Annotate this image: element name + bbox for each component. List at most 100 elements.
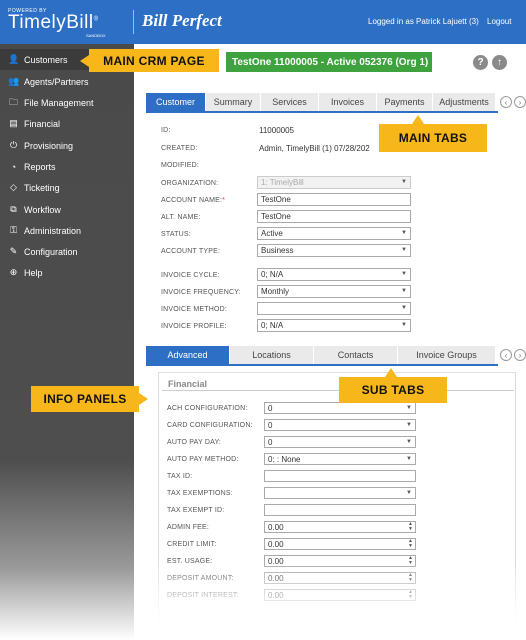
invoice-profile-select[interactable]: 0; N/A ▼ — [257, 319, 411, 332]
billperfect-logo: Bill Perfect — [142, 11, 222, 30]
person-icon: 👤 — [8, 54, 20, 64]
invoice-method-label: INVOICE METHOD: — [161, 306, 228, 313]
subtabs-next-icon[interactable]: › — [514, 349, 526, 361]
stepper-icon: ▲ ▼ — [408, 589, 413, 600]
logged-in-user: Logged in as Patrick Lajuett (3) — [368, 17, 479, 26]
chevron-down-icon: ▼ — [406, 422, 412, 428]
tab-customer[interactable]: Customer — [146, 93, 206, 111]
sidebar-item-reports[interactable]: ◔ Reports — [0, 156, 134, 177]
tag-icon: ◇ — [10, 182, 17, 192]
sidebar-item-provisioning[interactable]: ⏻ Provisioning — [0, 135, 134, 156]
sub-tab-underline — [146, 364, 498, 366]
logo-subtitle: SANDBOX — [86, 33, 106, 38]
tabs-prev-icon[interactable]: ‹ — [500, 96, 512, 108]
admin-fee-stepper[interactable]: 0.00 ▲ ▼ — [264, 521, 416, 533]
invoice-cycle-select[interactable]: 0; N/A ▼ — [257, 268, 411, 281]
account-type-select[interactable]: Business ▼ — [257, 244, 411, 257]
account-name-field[interactable]: TestOne — [257, 193, 411, 206]
tax-exempt-id-field[interactable] — [264, 504, 416, 516]
sidebar-item-file-management[interactable]: 🗀 File Management — [0, 92, 134, 113]
logout-link[interactable]: Logout — [487, 17, 511, 26]
tax-exemptions-select[interactable]: ▼ — [264, 487, 416, 499]
scroll-up-icon[interactable]: ↑ — [492, 55, 507, 70]
sidebar-item-workflow[interactable]: ⧉ Workflow — [0, 199, 134, 220]
subtabs-prev-icon[interactable]: ‹ — [500, 349, 512, 361]
timelybill-logo: TimelyBill® — [8, 12, 99, 33]
invoice-cycle-label: INVOICE CYCLE: — [161, 272, 220, 279]
app-header: POWERED BY TimelyBill® SANDBOX Bill Perf… — [0, 0, 526, 44]
wrench-icon: ✎ — [9, 246, 18, 256]
status-label: STATUS: — [161, 231, 191, 238]
tab-contacts[interactable]: Contacts — [314, 346, 398, 364]
arrow-up-icon — [412, 115, 424, 124]
chevron-down-icon: ▼ — [406, 439, 412, 445]
credit-limit-stepper[interactable]: 0.00 ▲ ▼ — [264, 538, 416, 550]
tab-advanced[interactable]: Advanced — [146, 346, 230, 364]
card-configuration-select[interactable]: 0 ▼ — [264, 419, 416, 431]
arrow-up-icon — [385, 368, 397, 377]
chevron-down-icon: ▼ — [401, 322, 407, 328]
sidebar-item-configuration[interactable]: ✎ Configuration — [0, 241, 134, 262]
callout-main-crm-page: MAIN CRM PAGE — [80, 49, 219, 72]
auto-pay-method-select[interactable]: 0: : None ▼ — [264, 453, 416, 465]
tab-invoices[interactable]: Invoices — [319, 93, 377, 111]
sidebar: 👤 Customers 👥 Agents/Partners 🗀 File Manage… — [0, 44, 134, 640]
alt-name-field[interactable]: TestOne — [257, 210, 411, 223]
card-configuration-label: CARD CONFIGURATION: — [167, 422, 253, 429]
sidebar-item-help[interactable]: ⊕ Help — [0, 262, 134, 283]
sidebar-item-label: Agents/Partners — [24, 76, 89, 87]
folder-icon: 🗀 — [8, 96, 18, 107]
tax-id-field[interactable] — [264, 470, 416, 482]
deposit-interest-label: DEPOSIT INTEREST: — [167, 592, 239, 599]
sidebar-item-agents-partners[interactable]: 👥 Agents/Partners — [0, 71, 134, 92]
sidebar-item-label: Financial — [24, 118, 61, 129]
tab-summary[interactable]: Summary — [206, 93, 261, 111]
est-usage-stepper[interactable]: 0.00 ▲ ▼ — [264, 555, 416, 567]
deposit-amount-label: DEPOSIT AMOUNT: — [167, 575, 234, 582]
account-type-label: ACCOUNT TYPE: — [161, 248, 221, 255]
admin-fee-label: ADMIN FEE: — [167, 524, 210, 531]
invoice-frequency-select[interactable]: Monthly ▼ — [257, 285, 411, 298]
alt-name-label: ALT. NAME: — [161, 214, 201, 221]
sidebar-item-label: Help — [24, 267, 43, 278]
ach-configuration-label: ACH CONFIGURATION: — [167, 405, 248, 412]
auto-pay-day-select[interactable]: 0 ▼ — [264, 436, 416, 448]
chevron-down-icon: ▼ — [406, 490, 412, 496]
financial-section-title: Financial — [168, 379, 208, 389]
auto-pay-method-label: AUTO PAY METHOD: — [167, 456, 239, 463]
stepper-icon: ▲ ▼ — [408, 572, 413, 583]
deposit-amount-stepper[interactable]: 0.00 ▲ ▼ — [264, 572, 416, 584]
invoice-method-select[interactable]: ▼ — [257, 302, 411, 315]
sidebar-item-label: Workflow — [24, 204, 61, 215]
status-select[interactable]: Active ▼ — [257, 227, 411, 240]
tabs-next-icon[interactable]: › — [514, 96, 526, 108]
sidebar-item-label: Provisioning — [24, 140, 74, 151]
modified-label: MODIFIED: — [161, 162, 199, 169]
sidebar-item-administration[interactable]: ⚿ Administration — [0, 220, 134, 241]
logo-divider — [133, 10, 134, 34]
created-label: CREATED: — [161, 145, 198, 152]
ledger-icon: ▤ — [9, 118, 18, 128]
sitemap-icon: ⧉ — [10, 204, 17, 214]
tab-adjustments[interactable]: Adjustments — [433, 93, 496, 111]
tab-locations[interactable]: Locations — [230, 346, 314, 364]
sidebar-item-ticketing[interactable]: ◇ Ticketing — [0, 177, 134, 198]
sidebar-item-label: Administration — [24, 225, 82, 236]
main-tabs: Customer Summary Services Invoices Payme… — [146, 93, 526, 111]
tab-services[interactable]: Services — [261, 93, 319, 111]
key-icon: ⚿ — [10, 225, 17, 235]
callout-info-panels: INFO PANELS — [31, 386, 148, 412]
ach-configuration-select[interactable]: 0 ▼ — [264, 402, 416, 414]
sidebar-item-label: Configuration — [24, 246, 78, 257]
callout-main-tabs: MAIN TABS — [379, 115, 487, 152]
tab-invoice-groups[interactable]: Invoice Groups — [398, 346, 496, 364]
chevron-down-icon: ▼ — [401, 230, 407, 236]
stepper-icon: ▲ ▼ — [408, 521, 413, 532]
account-name-label: ACCOUNT NAME:* — [161, 197, 226, 204]
lifebuoy-icon: ⊕ — [9, 267, 18, 277]
sidebar-item-financial[interactable]: ▤ Financial — [0, 113, 134, 134]
tab-payments[interactable]: Payments — [377, 93, 433, 111]
deposit-interest-stepper[interactable]: 0.00 ▲ ▼ — [264, 589, 416, 601]
help-icon[interactable]: ? — [473, 55, 488, 70]
tab-underline — [146, 111, 498, 113]
